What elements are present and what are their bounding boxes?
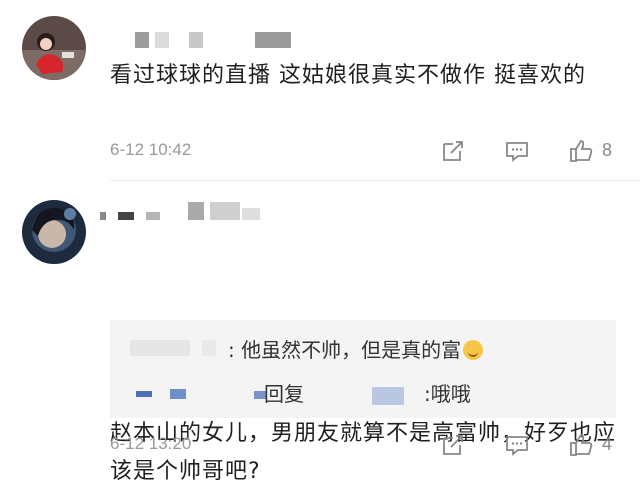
reply-username-blurred — [130, 340, 230, 358]
like-count: 4 — [602, 434, 613, 454]
username-blurred[interactable] — [135, 32, 295, 50]
reply-prefix: 回复 — [264, 382, 304, 406]
comment-meta: 6-12 10:42 8 — [110, 138, 630, 166]
thumbs-up-icon[interactable] — [568, 138, 594, 164]
comment-meta: 6-12 13:20 4 — [110, 432, 630, 460]
comment-text: 看过球球的直播 这姑娘很真实不做作 挺喜欢的 — [110, 63, 586, 88]
avatar-image — [22, 16, 86, 80]
share-icon[interactable] — [440, 138, 466, 164]
comment-item: 看过球球的直播 这姑娘很真实不做作 挺喜欢的 6-12 10:42 8 — [0, 0, 640, 180]
share-icon[interactable] — [440, 432, 466, 458]
comment-time: 6-12 10:42 — [110, 140, 192, 159]
avatar[interactable] — [22, 200, 86, 264]
reply-text: : 他虽然不帅，但是真的富 — [228, 338, 462, 362]
thumbs-up-icon[interactable] — [568, 432, 594, 458]
comment-icon[interactable] — [504, 432, 530, 458]
comment-time: 6-12 13:20 — [110, 434, 192, 453]
reply-line: :哦哦 — [424, 378, 471, 407]
comment-icon[interactable] — [504, 138, 530, 164]
like-count: 8 — [602, 140, 613, 160]
laughing-emoji-icon — [463, 340, 484, 360]
avatar[interactable] — [22, 16, 86, 80]
reply-line: 回复 — [264, 378, 304, 407]
avatar-image — [22, 200, 86, 264]
reply-text: :哦哦 — [424, 382, 471, 406]
reply-line: : 他虽然不帅，但是真的富 — [228, 334, 484, 363]
username-blurred[interactable] — [100, 202, 280, 220]
